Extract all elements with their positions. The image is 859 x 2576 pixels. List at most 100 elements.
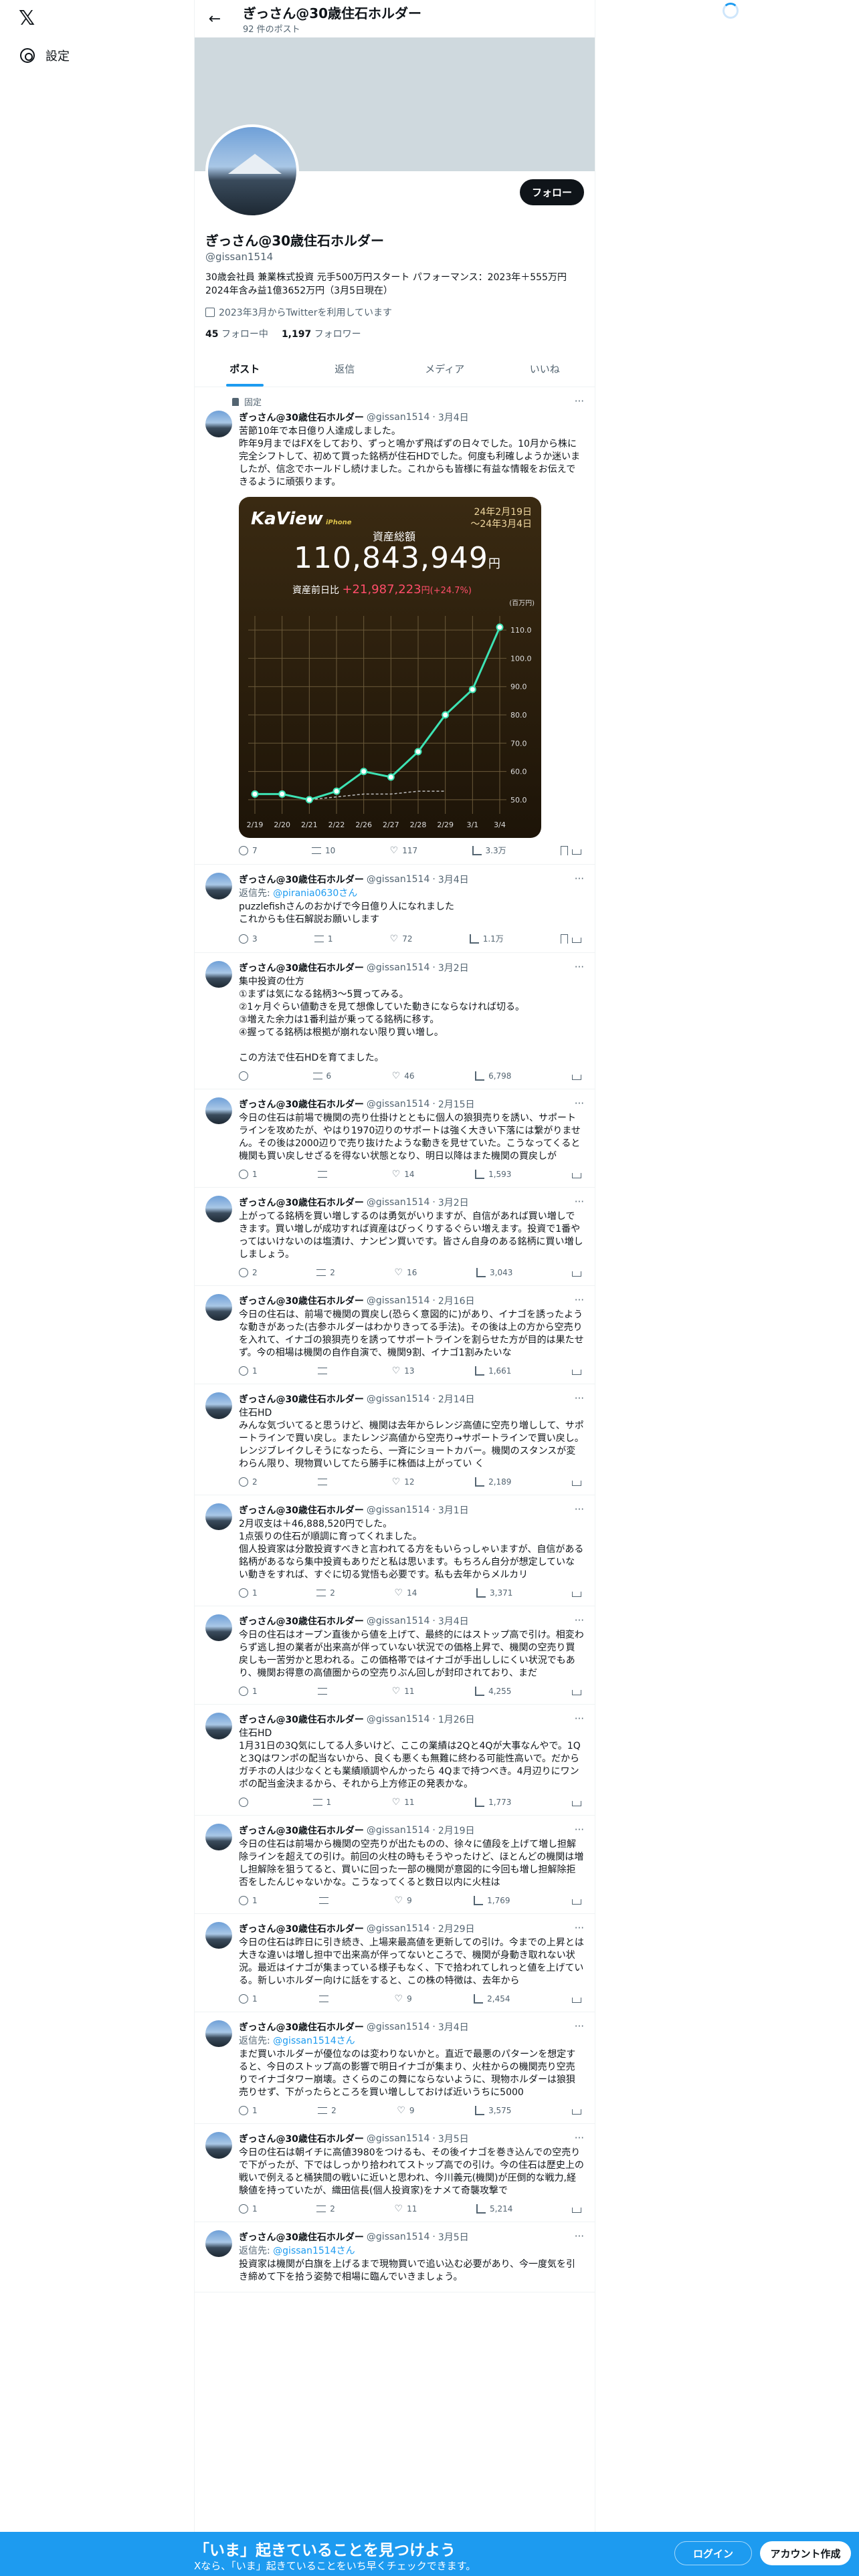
tweet-date[interactable]: 2月14日 <box>438 1392 475 1406</box>
views-button[interactable]: 2,189 <box>475 1477 511 1487</box>
tweet[interactable]: ··· ぎっさん@30歳住石ホルダー @gissan1514 · 3月4日 今日の住石はオ… <box>195 1606 595 1705</box>
like-button[interactable]: ♡ 9 <box>395 1896 412 1905</box>
tweet-date[interactable]: 3月4日 <box>438 1614 469 1628</box>
reply-to-handle[interactable]: @pirania0630さん <box>273 888 357 899</box>
more-options-icon[interactable]: ··· <box>575 1824 584 1836</box>
reply-button[interactable]: 2 <box>239 1477 258 1487</box>
bookmark-icon[interactable] <box>560 934 568 944</box>
avatar[interactable] <box>205 1824 232 1850</box>
tab-likes[interactable]: いいね <box>495 351 595 387</box>
like-button[interactable]: ♡ 9 <box>395 1994 412 2004</box>
bookmark-icon[interactable] <box>560 845 568 855</box>
avatar[interactable] <box>205 2020 232 2047</box>
tweet-date[interactable]: 1月26日 <box>438 1713 475 1726</box>
more-options-icon[interactable]: ··· <box>575 1713 584 1725</box>
tweet[interactable]: ··· ぎっさん@30歳住石ホルダー @gissan1514 · 3月2日 集中投資の仕方… <box>195 953 595 1089</box>
tweet-author-handle[interactable]: @gissan1514 <box>367 1099 430 1109</box>
x-logo-icon[interactable]: 𝕏 <box>19 7 43 31</box>
tweet-author-name[interactable]: ぎっさん@30歳住石ホルダー <box>239 2230 364 2244</box>
tweet-author-name[interactable]: ぎっさん@30歳住石ホルダー <box>239 1614 364 1628</box>
reply-button[interactable]: 1 <box>239 1366 258 1376</box>
avatar[interactable] <box>205 1503 232 1530</box>
share-icon[interactable] <box>571 849 581 855</box>
tweet-author-name[interactable]: ぎっさん@30歳住石ホルダー <box>239 961 364 974</box>
reply-to-handle[interactable]: @gissan1514さん <box>273 2246 355 2256</box>
share-icon[interactable] <box>571 1173 581 1178</box>
more-options-icon[interactable]: ··· <box>575 1294 584 1306</box>
more-options-icon[interactable]: ··· <box>575 1503 584 1515</box>
views-button[interactable]: 3,371 <box>476 1588 512 1598</box>
more-options-icon[interactable]: ··· <box>575 2020 584 2032</box>
avatar[interactable] <box>205 2230 232 2257</box>
share-icon[interactable] <box>571 1271 581 1277</box>
retweet-button[interactable]: 6 <box>312 1071 331 1081</box>
tweet[interactable]: ··· ぎっさん@30歳住石ホルダー @gissan1514 · 2月29日 今日の住石は… <box>195 1914 595 2012</box>
avatar[interactable] <box>205 1196 232 1222</box>
tweet-author-name[interactable]: ぎっさん@30歳住石ホルダー <box>239 1097 364 1111</box>
retweet-button[interactable] <box>318 1366 331 1376</box>
views-button[interactable]: 1,593 <box>475 1170 511 1179</box>
following-link[interactable]: 45 フォロー中 <box>205 327 268 340</box>
tweet-date[interactable]: 3月4日 <box>438 411 469 424</box>
retweet-button[interactable]: 2 <box>316 1588 335 1598</box>
tweet[interactable]: ··· ぎっさん@30歳住石ホルダー @gissan1514 · 2月16日 今日の住石は… <box>195 1286 595 1384</box>
share-icon[interactable] <box>571 1370 581 1375</box>
retweet-button[interactable]: 2 <box>318 2106 337 2115</box>
tweet-author-handle[interactable]: @gissan1514 <box>367 412 430 423</box>
like-button[interactable]: ♡ 72 <box>390 933 413 944</box>
more-options-icon[interactable]: ··· <box>575 1614 584 1626</box>
more-options-icon[interactable]: ··· <box>575 1097 584 1109</box>
tweet-author-handle[interactable]: @gissan1514 <box>367 1197 430 1208</box>
tweet[interactable]: ··· ぎっさん@30歳住石ホルダー @gissan1514 · 2月15日 今日の住石は… <box>195 1089 595 1188</box>
tweet-date[interactable]: 2月29日 <box>438 1922 475 1935</box>
tweet-date[interactable]: 3月2日 <box>438 961 469 974</box>
like-button[interactable]: ♡ 16 <box>395 1268 417 1277</box>
reply-button[interactable] <box>239 1798 252 1807</box>
followers-link[interactable]: 1,197 フォロワー <box>282 327 361 340</box>
tweet-author-name[interactable]: ぎっさん@30歳住石ホルダー <box>239 1503 364 1517</box>
tweet-date[interactable]: 3月4日 <box>438 873 469 886</box>
avatar[interactable] <box>205 1392 232 1419</box>
views-button[interactable]: 1.1万 <box>469 933 504 944</box>
views-button[interactable]: 3,043 <box>476 1268 512 1277</box>
back-arrow-icon[interactable]: ← <box>203 11 227 27</box>
avatar[interactable] <box>205 873 232 899</box>
tweet[interactable]: ··· ぎっさん@30歳住石ホルダー @gissan1514 · 2月19日 今日の住石は… <box>195 1816 595 1914</box>
avatar[interactable] <box>205 1922 232 1949</box>
tweet-author-handle[interactable]: @gissan1514 <box>367 1825 430 1836</box>
share-icon[interactable] <box>571 1592 581 1597</box>
tweet-author-name[interactable]: ぎっさん@30歳住石ホルダー <box>239 1713 364 1726</box>
avatar[interactable] <box>205 961 232 988</box>
like-button[interactable]: ♡ 117 <box>390 845 417 856</box>
reply-button[interactable]: 7 <box>239 845 258 856</box>
like-button[interactable]: ♡ 12 <box>392 1477 415 1487</box>
tweet[interactable]: ··· ぎっさん@30歳住石ホルダー @gissan1514 · 3月4日 返信先: @p… <box>195 865 595 953</box>
views-button[interactable]: 3,575 <box>475 2106 511 2115</box>
tweet-author-name[interactable]: ぎっさん@30歳住石ホルダー <box>239 2020 364 2034</box>
asset-chart-image[interactable]: KaView iPhone 資産総額 24年2月19日 〜24年3月4日 110,843,… <box>239 497 541 838</box>
retweet-button[interactable]: 2 <box>316 2204 335 2214</box>
share-icon[interactable] <box>571 1998 581 2003</box>
tweet-date[interactable]: 3月2日 <box>438 1196 469 1209</box>
tweet[interactable]: ··· ぎっさん@30歳住石ホルダー @gissan1514 · 3月5日 返信先: @g… <box>195 2222 595 2292</box>
retweet-button[interactable]: 1 <box>314 933 332 944</box>
reply-button[interactable]: 1 <box>239 2106 258 2115</box>
tweet-author-name[interactable]: ぎっさん@30歳住石ホルダー <box>239 873 364 886</box>
tweet-date[interactable]: 2月16日 <box>438 1294 475 1307</box>
share-icon[interactable] <box>571 1690 581 1695</box>
login-button[interactable]: ログイン <box>674 2541 752 2565</box>
more-options-icon[interactable]: ··· <box>575 873 584 885</box>
tweet[interactable]: ··· ぎっさん@30歳住石ホルダー @gissan1514 · 1月26日 住石HD 1… <box>195 1705 595 1816</box>
signup-button[interactable]: アカウント作成 <box>760 2541 851 2565</box>
tweet-author-name[interactable]: ぎっさん@30歳住石ホルダー <box>239 1196 364 1209</box>
share-icon[interactable] <box>571 2109 581 2115</box>
tweet-date[interactable]: 2月19日 <box>438 1824 475 1837</box>
profile-avatar[interactable] <box>205 124 299 218</box>
tweet-author-name[interactable]: ぎっさん@30歳住石ホルダー <box>239 1294 364 1307</box>
share-icon[interactable] <box>571 1481 581 1486</box>
tweet-author-name[interactable]: ぎっさん@30歳住石ホルダー <box>239 1824 364 1837</box>
reply-button[interactable]: 1 <box>239 2204 258 2214</box>
like-button[interactable]: ♡ 11 <box>392 1687 415 1696</box>
tweet[interactable]: ··· ぎっさん@30歳住石ホルダー @gissan1514 · 3月4日 返信先: @g… <box>195 2012 595 2124</box>
like-button[interactable]: ♡ 11 <box>392 1798 415 1807</box>
